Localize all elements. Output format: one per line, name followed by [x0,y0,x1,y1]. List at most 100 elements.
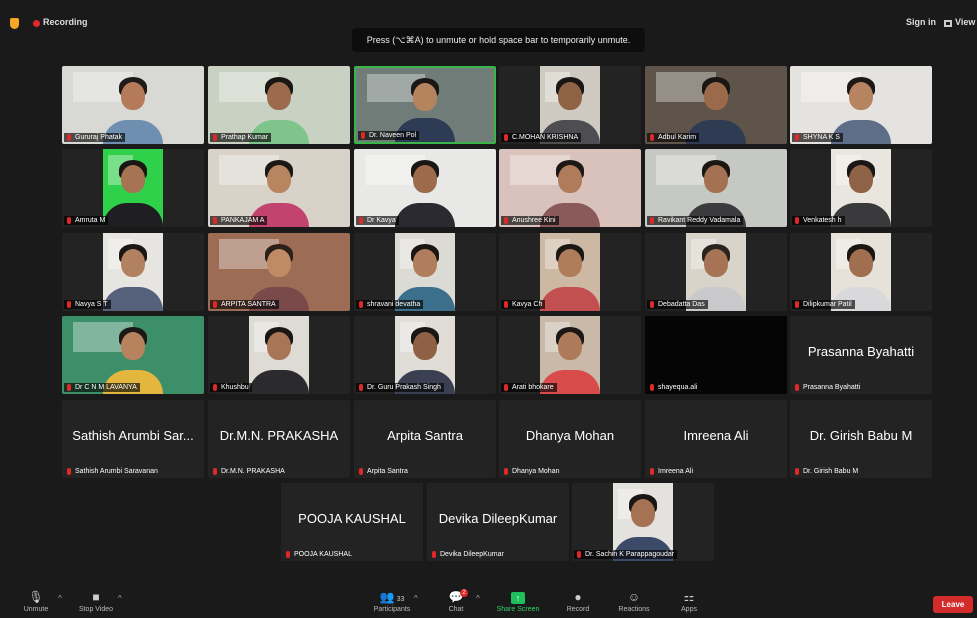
participant-name-label: SHYNA K S [792,133,843,142]
participant-tile[interactable]: Dr. Girish Babu M Dr. Girish Babu M [790,400,932,478]
mic-muted-icon [504,134,508,141]
mic-muted-icon [577,551,581,558]
participant-tile[interactable]: POOJA KAUSHAL POOJA KAUSHAL [281,483,423,561]
apps-button[interactable]: ⚏ Apps [661,589,717,613]
participant-name: Dr Kavya [367,217,396,224]
participant-name: Amruta M [75,217,106,224]
view-button[interactable]: View [955,17,975,27]
participant-tile[interactable]: PANKAJAM A [208,149,350,227]
participant-name-label: Dr. Naveen Pol [358,131,420,140]
participant-tile[interactable]: Imreena Ali Imreena Ali [645,400,787,478]
unmute-button[interactable]: 🎙 Unmute [8,589,64,613]
mic-muted-icon [795,301,799,308]
participant-tile[interactable]: Arati bhokare [499,316,641,394]
record-button[interactable]: ● Record [550,589,606,613]
person-face [849,248,873,277]
share-screen-icon: ↑ [511,592,525,604]
participant-name-label: Khushbu [210,383,252,392]
mic-muted-icon [650,301,654,308]
participant-tile[interactable]: shravani devatha [354,233,496,311]
participant-tile[interactable]: Dr. Naveen Pol [354,66,496,144]
participant-tile[interactable]: Dilipkumar Patil [790,233,932,311]
participant-tile[interactable]: Sathish Arumbi Sar... Sathish Arumbi Sara… [62,400,204,478]
participant-tile[interactable]: Debadatta Das [645,233,787,311]
participant-tile[interactable]: Prathap Kumar [208,66,350,144]
leave-button[interactable]: Leave [933,596,973,613]
participant-name: Anushree Kini [512,217,556,224]
participant-name: Dilipkumar Patil [803,301,852,308]
apps-label: Apps [681,606,697,613]
participant-tile[interactable]: Dhanya Mohan Dhanya Mohan [499,400,641,478]
mic-muted-icon [359,301,363,308]
audio-options-chevron-icon[interactable]: ^ [58,594,62,603]
mic-muted-icon [213,468,217,475]
participant-name-label: POOJA KAUSHAL [283,550,355,559]
record-label: Record [566,606,590,613]
record-icon: ● [574,590,582,604]
meeting-toolbar: 🎙 Unmute ^ ■ Stop Video ^ 👥 33 Participan… [0,586,977,618]
participant-tile[interactable]: Dr.M.N. PRAKASHA Dr.M.N. PRAKASHA [208,400,350,478]
mic-muted-icon [504,468,508,475]
person-face [121,81,145,110]
participant-name-label: Gururaj Phatak [64,133,126,142]
person-face [704,164,728,193]
participant-name-label: Kavya Ch [501,300,546,309]
participant-tile[interactable]: Anushree Kini [499,149,641,227]
participant-tile[interactable]: Dr. Sachin K Parappagoudar [572,483,714,561]
mic-muted-icon [504,301,508,308]
participant-tile[interactable]: Amruta M [62,149,204,227]
participant-name-label: Prasanna Byahatti [792,383,863,392]
participant-tile[interactable]: Kavya Ch [499,233,641,311]
person-face [267,248,291,277]
participant-tile[interactable]: shayequa.ali [645,316,787,394]
mic-muted-icon [650,217,654,224]
chat-chevron-icon[interactable]: ^ [476,594,480,603]
participant-name: ARPITA SANTRA [221,301,276,308]
participant-tile[interactable]: Khushbu [208,316,350,394]
mic-muted-icon [359,384,363,391]
participant-tile[interactable]: Dr C N M LAVANYA [62,316,204,394]
participant-name-label: Debadatta Das [647,300,708,309]
sign-in-link[interactable]: Sign in [906,17,936,27]
share-screen-button[interactable]: ↑ Share Screen [490,589,546,613]
participant-name: C.MOHAN KRISHNA [512,134,579,141]
participant-tile[interactable]: Venkatesh h [790,149,932,227]
person-body [249,370,309,394]
participant-name-label: Dr. Guru Prakash Singh [356,383,444,392]
reactions-label: Reactions [618,606,650,613]
mic-muted-icon [213,384,217,391]
participant-name: shayequa.ali [658,384,698,391]
stop-video-button[interactable]: ■ Stop Video [68,589,124,613]
participants-chevron-icon[interactable]: ^ [414,594,418,603]
participant-tile[interactable]: Dr Kavya [354,149,496,227]
participant-tile[interactable]: ARPITA SANTRA [208,233,350,311]
person-face [121,248,145,277]
mic-muted-icon [650,134,654,141]
participant-tile[interactable]: Gururaj Phatak [62,66,204,144]
participant-tile[interactable]: Dr. Guru Prakash Singh [354,316,496,394]
participant-tile[interactable]: SHYNA K S [790,66,932,144]
participant-tile[interactable]: Devika DileepKumar Devika DileepKumar [427,483,569,561]
reactions-button[interactable]: ☺ Reactions [606,589,662,613]
mic-muted-icon [795,217,799,224]
participant-tile[interactable]: Adbul Karim [645,66,787,144]
participant-tile[interactable]: Arpita Santra Arpita Santra [354,400,496,478]
view-grid-icon[interactable] [944,20,952,27]
participant-name: Sathish Arumbi Saravanan [75,468,158,475]
participant-tile[interactable]: Ravikant Reddy Vadamala [645,149,787,227]
video-options-chevron-icon[interactable]: ^ [118,594,122,603]
participant-name-label: Arati bhokare [501,383,557,392]
participant-tile[interactable]: C.MOHAN KRISHNA [499,66,641,144]
stop-video-label: Stop Video [78,606,114,613]
participant-tile[interactable]: Prasanna Byahatti Prasanna Byahatti [790,316,932,394]
mic-muted-icon [361,132,365,139]
participant-display-name: Dr. Girish Babu M [809,428,913,443]
mic-muted-icon [67,384,71,391]
participant-tile[interactable]: Navya S T [62,233,204,311]
participant-name: Prasanna Byahatti [803,384,861,391]
security-shield-icon[interactable] [10,18,19,29]
mic-muted-icon [795,134,799,141]
participants-button[interactable]: 👥 33 Participants [364,589,420,613]
participant-name-label: Arpita Santra [356,467,411,476]
mic-muted-icon [650,384,654,391]
